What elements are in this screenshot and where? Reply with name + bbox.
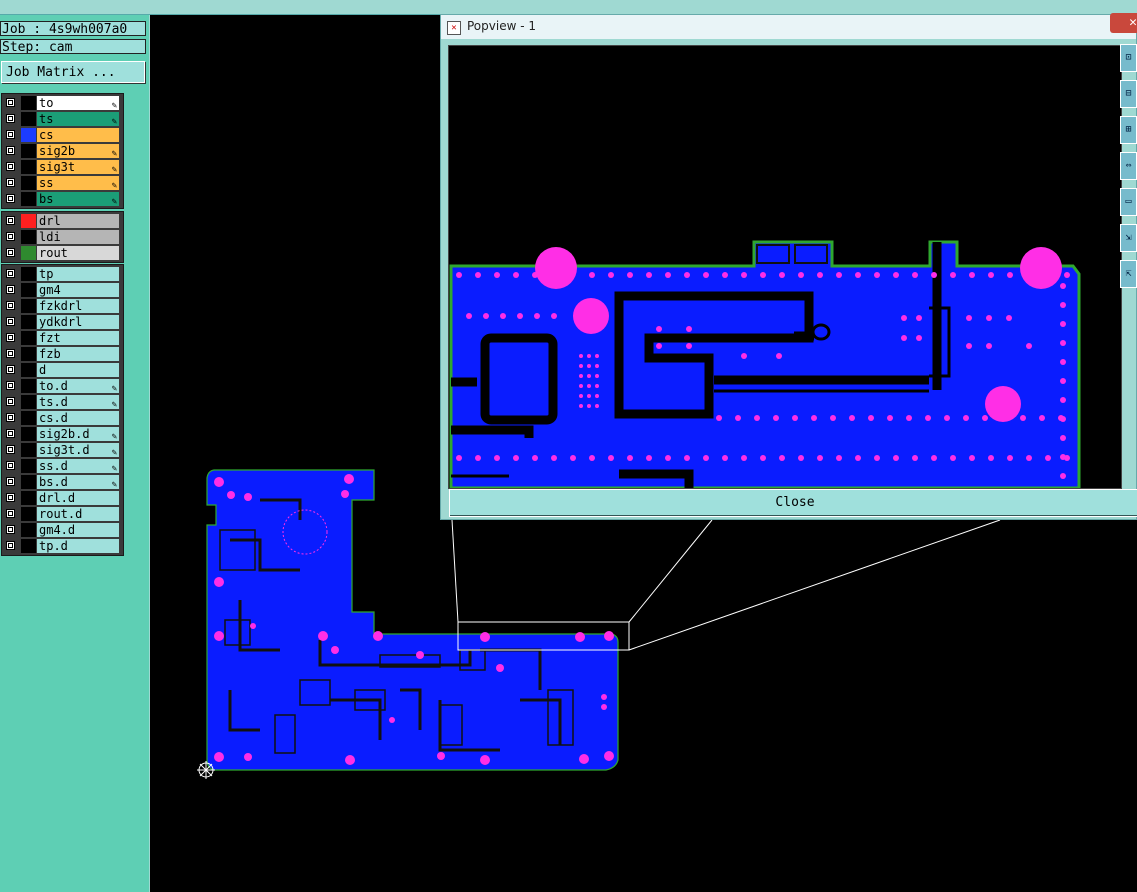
zoom-line-mid (628, 519, 713, 623)
zoom-window-tool-icon[interactable]: ▭ (1120, 188, 1137, 216)
zoomed-pad-left (756, 244, 790, 264)
zoom-in-tool-icon[interactable]: ⊡ (1120, 44, 1137, 72)
popup-window-icon: ✕ (447, 21, 461, 35)
popview-titlebar[interactable]: ✕ Popview - 1 (441, 15, 1136, 39)
zoom-line-right (628, 519, 1001, 651)
close-button[interactable]: Close (449, 489, 1137, 517)
close-window-button[interactable]: ✕ (1110, 13, 1137, 33)
popview-title: Popview - 1 (467, 19, 536, 33)
popview-toolbar: ⊡ ⊟ ⊞ ⇔ ▭ ⇲ ⇱ (1120, 44, 1137, 294)
popview-canvas[interactable] (448, 45, 1122, 489)
zoom-fit-tool-icon[interactable]: ⊞ (1120, 116, 1137, 144)
zoomed-pad-right (794, 244, 828, 264)
measure-tool-icon[interactable]: ⇲ (1120, 224, 1137, 252)
zoom-out-tool-icon[interactable]: ⊟ (1120, 80, 1137, 108)
popview-window: ✕ Popview - 1 ✕ Close (440, 13, 1137, 520)
pan-tool-icon[interactable]: ⇔ (1120, 152, 1137, 180)
zoom-line-left (451, 519, 459, 623)
home-tool-icon[interactable]: ⇱ (1120, 260, 1137, 288)
